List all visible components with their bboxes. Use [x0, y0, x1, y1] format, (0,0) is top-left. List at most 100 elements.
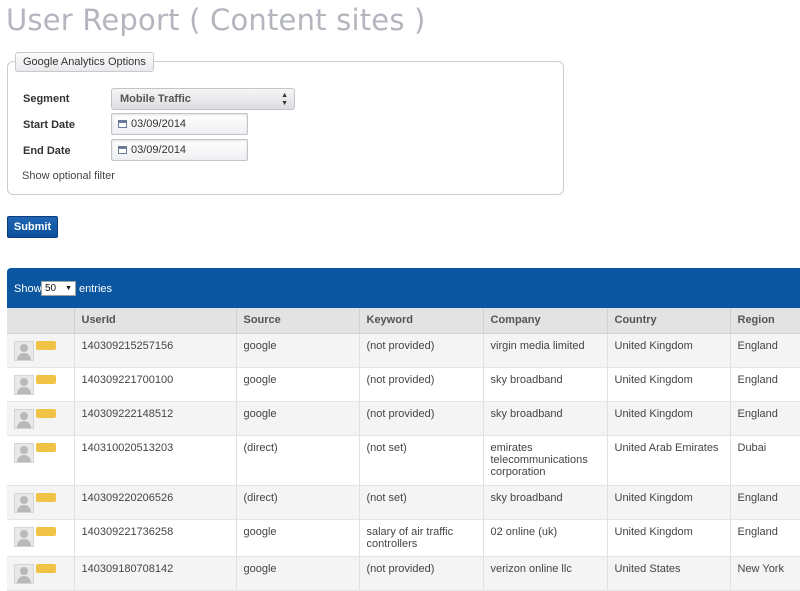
country-cell: United Kingdom — [607, 485, 731, 520]
region-cell: England — [730, 333, 800, 368]
keyword-cell: (not provided) — [359, 367, 484, 402]
tag-icon[interactable] — [36, 492, 56, 502]
row-actions-cell — [7, 519, 75, 557]
userid-cell: 140309221736258 — [74, 519, 237, 557]
company-cell: verizon online llc — [483, 556, 608, 591]
table-row: 140309221736258 google salary of air tra… — [7, 519, 800, 557]
keyword-cell: salary of air traffic controllers — [359, 519, 484, 557]
region-cell: England — [730, 401, 800, 436]
avatar-icon[interactable] — [14, 563, 34, 584]
column-header-company[interactable]: Company — [483, 308, 608, 334]
column-header-userid[interactable]: UserId — [74, 308, 237, 334]
userid-cell: 140310020513203 — [74, 435, 237, 486]
table-row: 140309220206526 (direct) (not set) sky b… — [7, 485, 800, 520]
page-size-select[interactable]: 50 ▼ — [41, 281, 76, 296]
start-date-value: 03/09/2014 — [131, 118, 187, 130]
tag-icon[interactable] — [36, 563, 56, 573]
userid-cell: 140309180708142 — [74, 556, 237, 591]
company-cell: emirates telecommunications corporation — [483, 435, 608, 486]
avatar-icon[interactable] — [14, 492, 34, 513]
row-actions-cell — [7, 556, 75, 591]
source-cell: google — [236, 519, 360, 557]
chevron-down-icon: ▼ — [65, 285, 72, 292]
tag-icon[interactable] — [36, 408, 56, 418]
company-cell: sky broadband — [483, 367, 608, 402]
table-row: 140309215257156 google (not provided) vi… — [7, 333, 800, 368]
table-row: 140309221700100 google (not provided) sk… — [7, 367, 800, 402]
country-cell: United Arab Emirates — [607, 435, 731, 486]
country-cell: United States — [607, 556, 731, 591]
region-cell: England — [730, 485, 800, 520]
analytics-options-legend: Google Analytics Options — [15, 52, 154, 72]
entries-label: entries — [79, 283, 113, 295]
source-cell: (direct) — [236, 485, 360, 520]
calendar-icon — [118, 146, 127, 154]
column-header-region[interactable]: Region — [730, 308, 800, 334]
user-report-table: UserId Source Keyword Company Country Re… — [7, 308, 800, 591]
submit-button[interactable]: Submit — [7, 216, 58, 238]
segment-label: Segment — [23, 93, 70, 105]
avatar-icon[interactable] — [14, 408, 34, 429]
row-actions-cell — [7, 367, 75, 402]
tag-icon[interactable] — [36, 340, 56, 350]
company-cell: 02 online (uk) — [483, 519, 608, 557]
company-cell: virgin media limited — [483, 333, 608, 368]
userid-cell: 140309222148512 — [74, 401, 237, 436]
source-cell: google — [236, 333, 360, 368]
tag-icon[interactable] — [36, 526, 56, 536]
column-header-country[interactable]: Country — [607, 308, 731, 334]
country-cell: United Kingdom — [607, 401, 731, 436]
country-cell: United Kingdom — [607, 519, 731, 557]
source-cell: google — [236, 367, 360, 402]
userid-cell: 140309215257156 — [74, 333, 237, 368]
keyword-cell: (not set) — [359, 485, 484, 520]
keyword-cell: (not provided) — [359, 333, 484, 368]
table-toolbar: Show 50 ▼ entries — [7, 268, 800, 308]
region-cell: England — [730, 367, 800, 402]
end-date-label: End Date — [23, 145, 71, 157]
table-row: 140309180708142 google (not provided) ve… — [7, 556, 800, 591]
table-row: 140310020513203 (direct) (not set) emira… — [7, 435, 800, 486]
region-cell: New York — [730, 556, 800, 591]
start-date-label: Start Date — [23, 119, 75, 131]
calendar-icon — [118, 120, 127, 128]
table-header-row: UserId Source Keyword Company Country Re… — [7, 308, 800, 334]
row-actions-cell — [7, 485, 75, 520]
show-optional-filter-link[interactable]: Show optional filter — [22, 170, 115, 182]
tag-icon[interactable] — [36, 374, 56, 384]
avatar-icon[interactable] — [14, 340, 34, 361]
start-date-input[interactable]: 03/09/2014 — [111, 113, 248, 135]
avatar-icon[interactable] — [14, 526, 34, 547]
row-actions-cell — [7, 401, 75, 436]
country-cell: United Kingdom — [607, 367, 731, 402]
country-cell: United Kingdom — [607, 333, 731, 368]
userid-cell: 140309220206526 — [74, 485, 237, 520]
tag-icon[interactable] — [36, 442, 56, 452]
avatar-icon[interactable] — [14, 442, 34, 463]
region-cell: England — [730, 519, 800, 557]
select-arrows-icon: ▲ ▼ — [281, 92, 288, 107]
column-header-source[interactable]: Source — [236, 308, 360, 334]
region-cell: Dubai — [730, 435, 800, 486]
page-size-value: 50 — [45, 283, 57, 294]
row-actions-cell — [7, 435, 75, 486]
table-row: 140309222148512 google (not provided) sk… — [7, 401, 800, 436]
source-cell: (direct) — [236, 435, 360, 486]
row-actions-cell — [7, 333, 75, 368]
userid-cell: 140309221700100 — [74, 367, 237, 402]
end-date-input[interactable]: 03/09/2014 — [111, 139, 248, 161]
company-cell: sky broadband — [483, 401, 608, 436]
keyword-cell: (not set) — [359, 435, 484, 486]
company-cell: sky broadband — [483, 485, 608, 520]
show-label: Show — [14, 283, 42, 295]
keyword-cell: (not provided) — [359, 401, 484, 436]
column-header-keyword[interactable]: Keyword — [359, 308, 484, 334]
segment-select-value: Mobile Traffic — [120, 93, 191, 105]
page-title: User Report ( Content sites ) — [6, 3, 426, 37]
keyword-cell: (not provided) — [359, 556, 484, 591]
source-cell: google — [236, 556, 360, 591]
segment-select[interactable]: Mobile Traffic ▲ ▼ — [111, 88, 295, 110]
column-header-actions — [7, 308, 75, 334]
source-cell: google — [236, 401, 360, 436]
avatar-icon[interactable] — [14, 374, 34, 395]
